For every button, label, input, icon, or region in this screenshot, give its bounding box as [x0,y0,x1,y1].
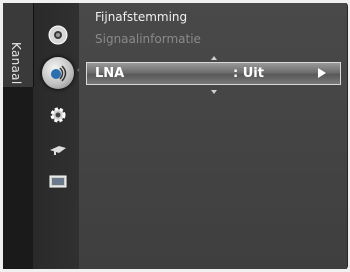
menu-item-signaalinformatie: Signaalinformatie [95,32,201,46]
application-icon[interactable] [47,170,69,192]
scroll-up-icon [211,56,217,60]
selected-menu-row[interactable] [86,62,341,85]
selected-item-label: LNA [95,66,125,81]
selected-item-value: : Uit [233,66,264,81]
channel-icon[interactable] [42,57,74,89]
input-icon[interactable] [47,138,69,160]
picture-icon[interactable] [47,24,69,46]
menu-item-fijnafstemming[interactable]: Fijnafstemming [95,10,187,24]
expand-arrow-icon[interactable] [318,68,326,78]
category-tab-label: Kanaal [9,42,23,85]
setup-icon[interactable] [47,104,69,126]
scroll-down-icon [211,90,217,94]
